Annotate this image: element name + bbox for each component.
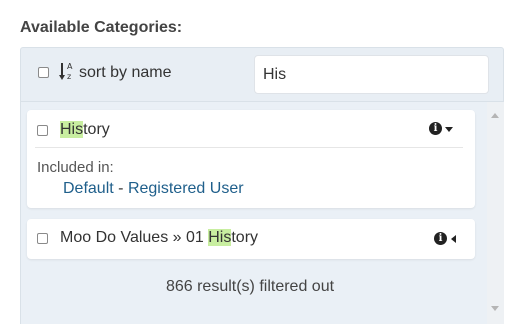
sort-by-name-label[interactable]: sort by name [79, 64, 171, 82]
chevron-down-icon[interactable] [445, 127, 453, 132]
item-checkbox[interactable] [37, 125, 48, 136]
label-prefix: Moo Do Values » 01 [60, 229, 209, 246]
select-all-checkbox[interactable] [38, 67, 49, 78]
item-label: Moo Do Values » 01 History [60, 229, 258, 247]
scrollbar[interactable] [487, 102, 504, 324]
toolbar: A z sort by name [20, 47, 504, 102]
scroll-up-icon[interactable] [491, 113, 499, 118]
category-item-moo-do-values-history: Moo Do Values » 01 History i [27, 219, 475, 259]
match-highlight: His [60, 121, 84, 138]
role-separator: - [118, 180, 128, 197]
match-highlight: His [208, 229, 232, 246]
category-item-history: History i Included in: Default - Registe… [27, 110, 475, 208]
category-list: History i Included in: Default - Registe… [20, 102, 504, 324]
scroll-down-icon[interactable] [491, 306, 499, 311]
divider [35, 147, 463, 148]
role-link-registered-user[interactable]: Registered User [128, 180, 244, 197]
chevron-left-icon[interactable] [451, 235, 456, 243]
filter-input[interactable] [254, 55, 489, 94]
role-list: Default - Registered User [63, 180, 244, 198]
svg-text:A: A [67, 62, 73, 71]
info-icon[interactable]: i [429, 122, 442, 135]
info-icon[interactable]: i [434, 232, 447, 245]
role-link-default[interactable]: Default [63, 180, 114, 197]
label-rest: tory [231, 229, 259, 246]
label-rest: tory [83, 121, 110, 138]
included-in-label: Included in: [37, 159, 114, 176]
filtered-out-count: 866 result(s) filtered out [165, 278, 335, 295]
panel-title: Available Categories: [20, 19, 183, 36]
item-label: History [60, 121, 110, 139]
svg-text:z: z [67, 72, 71, 81]
item-checkbox[interactable] [37, 233, 48, 244]
sort-alpha-asc-icon[interactable]: A z [59, 61, 75, 81]
